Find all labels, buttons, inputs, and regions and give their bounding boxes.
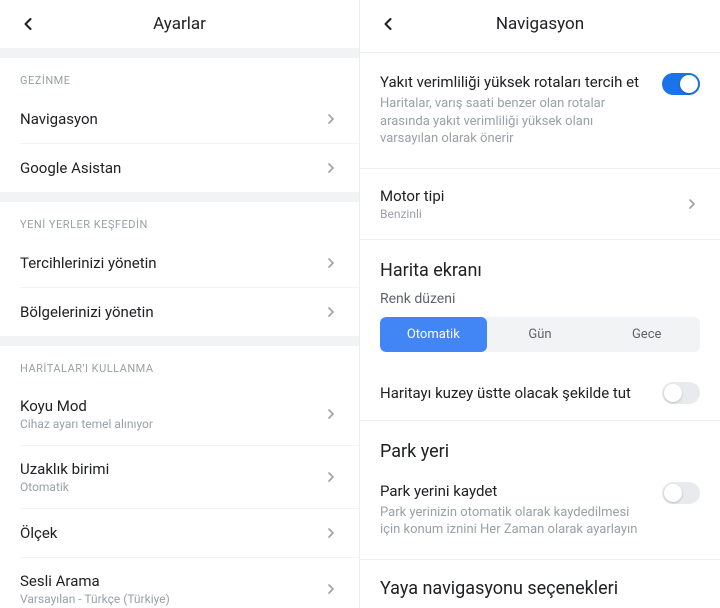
- save-parking-row: Park yerini kaydet Park yerinizin otomat…: [360, 466, 720, 555]
- chevron-right-icon: [323, 581, 339, 597]
- divider: [360, 52, 720, 53]
- north-up-label: Haritayı kuzey üstte olacak şekilde tut: [380, 384, 631, 402]
- chevron-left-icon: [378, 14, 398, 34]
- item-subtitle: Varsayılan - Türkçe (Türkiye): [20, 592, 170, 606]
- map-screen-title: Harita ekranı: [360, 244, 720, 285]
- item-label: Bölgelerinizi yönetin: [20, 303, 154, 321]
- color-scheme-segmented: Otomatik Gün Gece: [380, 317, 700, 352]
- color-scheme-label: Renk düzeni: [360, 285, 720, 317]
- north-up-row: Haritayı kuzey üstte olacak şekilde tut: [360, 370, 720, 416]
- chevron-right-icon: [323, 111, 339, 127]
- item-subtitle: Otomatik: [20, 480, 109, 494]
- toggle-knob: [680, 75, 698, 93]
- save-parking-desc: Park yerinizin otomatik olarak kaydedilm…: [380, 504, 650, 539]
- header: Navigasyon: [360, 0, 720, 48]
- item-label: Navigasyon: [20, 110, 98, 128]
- item-label: Ölçek: [20, 524, 57, 542]
- seg-gun[interactable]: Gün: [487, 317, 594, 352]
- settings-panel: Ayarlar GEZİNME Navigasyon Google Asista…: [0, 0, 360, 608]
- nav-uzaklik[interactable]: Uzaklık birimi Otomatik: [0, 446, 359, 508]
- chevron-right-icon: [684, 196, 700, 212]
- engine-value: Benzinli: [380, 207, 444, 221]
- toggle-knob: [664, 384, 682, 402]
- item-label: Google Asistan: [20, 159, 121, 177]
- walking-nav-title: Yaya navigasyonu seçenekleri: [360, 564, 720, 599]
- back-button[interactable]: [368, 4, 408, 44]
- nav-sesli-arama[interactable]: Sesli Arama Varsayılan - Türkçe (Türkiye…: [0, 558, 359, 608]
- chevron-right-icon: [323, 160, 339, 176]
- save-parking-title: Park yerini kaydet: [380, 482, 650, 500]
- navigation-scroll[interactable]: Yakıt verimliliği yüksek rotaları tercih…: [360, 57, 720, 608]
- save-parking-toggle[interactable]: [662, 482, 700, 504]
- chevron-right-icon: [323, 406, 339, 422]
- chevron-left-icon: [18, 14, 38, 34]
- nav-koyu-mod[interactable]: Koyu Mod Cihaz ayarı temel alınıyor: [0, 383, 359, 445]
- divider: [0, 192, 359, 202]
- nav-navigasyon[interactable]: Navigasyon: [0, 95, 359, 143]
- divider: [360, 559, 720, 560]
- item-label: Sesli Arama: [20, 572, 170, 590]
- fuel-toggle[interactable]: [662, 73, 700, 95]
- chevron-right-icon: [323, 304, 339, 320]
- navigation-panel: Navigasyon Yakıt verimliliği yüksek rota…: [360, 0, 720, 608]
- settings-scroll[interactable]: GEZİNME Navigasyon Google Asistan YENİ Y…: [0, 48, 359, 608]
- header: Ayarlar: [0, 0, 359, 48]
- parking-title: Park yeri: [360, 425, 720, 466]
- page-title: Navigasyon: [496, 14, 584, 34]
- fuel-desc: Haritalar, varış saati benzer olan rotal…: [380, 95, 650, 148]
- divider: [0, 336, 359, 346]
- seg-gece[interactable]: Gece: [593, 317, 700, 352]
- fuel-efficiency-row: Yakıt verimliliği yüksek rotaları tercih…: [360, 57, 720, 164]
- engine-type-row[interactable]: Motor tipi Benzinli: [360, 173, 720, 235]
- section-header-yeni: YENİ YERLER KEŞFEDİN: [0, 202, 359, 239]
- section-header-gezinme: GEZİNME: [0, 58, 359, 95]
- section-header-haritalar: HARİTALAR'I KULLANMA: [0, 346, 359, 383]
- item-label: Koyu Mod: [20, 397, 153, 415]
- chevron-right-icon: [323, 255, 339, 271]
- north-up-toggle[interactable]: [662, 382, 700, 404]
- item-label: Uzaklık birimi: [20, 460, 109, 478]
- divider: [0, 48, 359, 58]
- page-title: Ayarlar: [153, 14, 206, 34]
- chevron-right-icon: [323, 469, 339, 485]
- engine-title: Motor tipi: [380, 187, 444, 205]
- divider: [360, 420, 720, 421]
- toggle-knob: [664, 484, 682, 502]
- chevron-right-icon: [323, 525, 339, 541]
- back-button[interactable]: [8, 4, 48, 44]
- nav-olcek[interactable]: Ölçek: [0, 509, 359, 557]
- nav-bolgeler[interactable]: Bölgelerinizi yönetin: [0, 288, 359, 336]
- seg-otomatik[interactable]: Otomatik: [380, 317, 487, 352]
- nav-tercihler[interactable]: Tercihlerinizi yönetin: [0, 239, 359, 287]
- divider: [360, 168, 720, 169]
- item-label: Tercihlerinizi yönetin: [20, 254, 157, 272]
- fuel-title: Yakıt verimliliği yüksek rotaları tercih…: [380, 73, 650, 91]
- nav-google-asistan[interactable]: Google Asistan: [0, 144, 359, 192]
- divider: [360, 239, 720, 240]
- item-subtitle: Cihaz ayarı temel alınıyor: [20, 417, 153, 431]
